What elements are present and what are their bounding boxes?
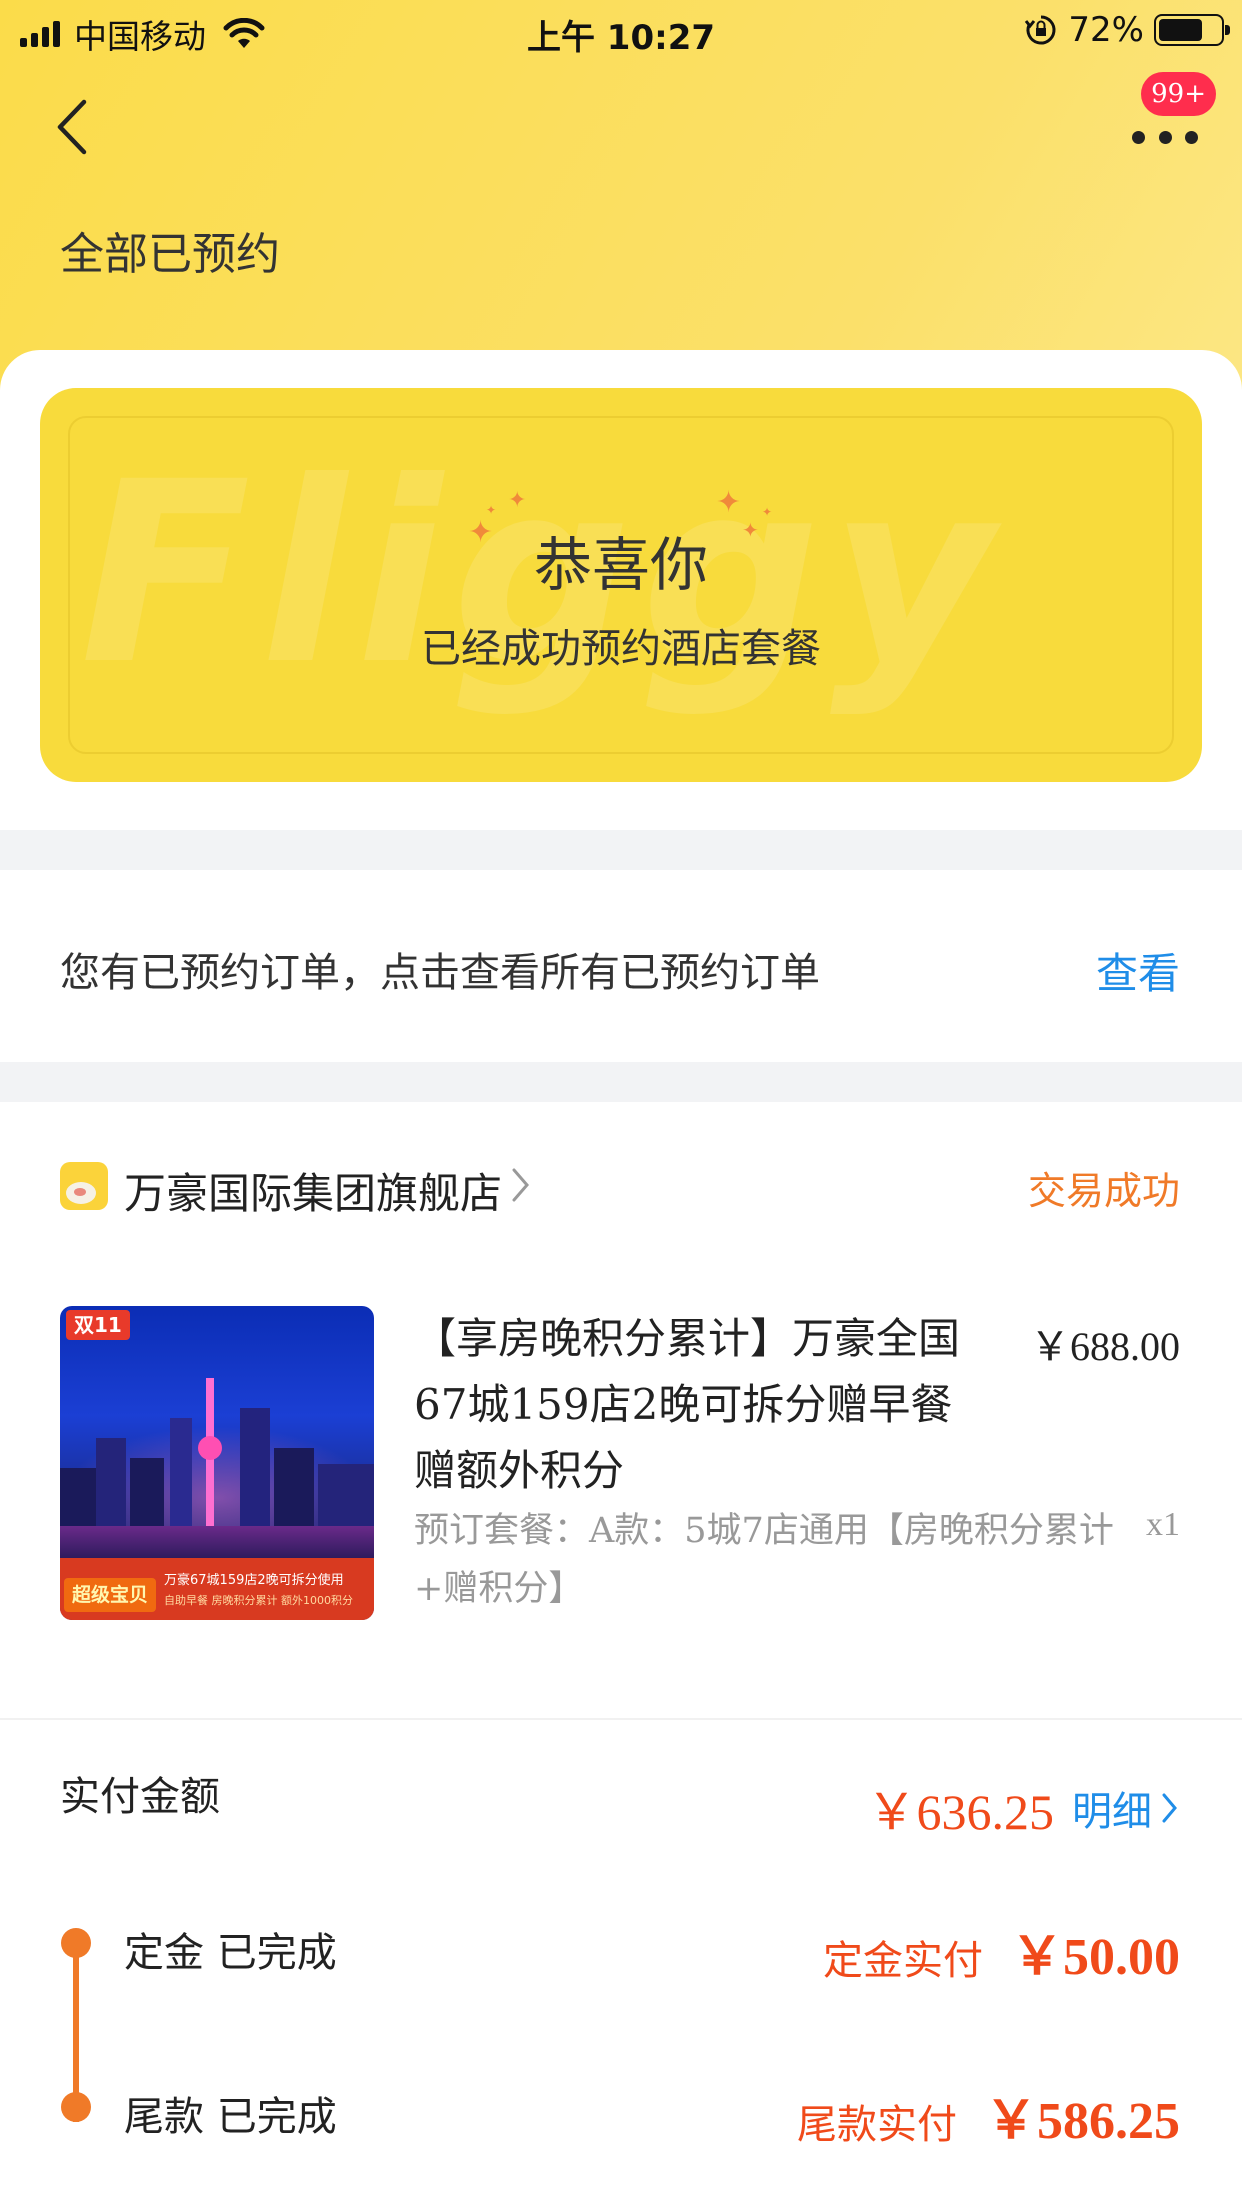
battery-percent: 72% bbox=[1068, 10, 1144, 50]
image-caption-sub: 自助早餐 房晚积分累计 额外1000积分 bbox=[164, 1594, 353, 1607]
order-divider bbox=[0, 1718, 1242, 1720]
sparkle-icon: ✦ bbox=[486, 503, 497, 517]
store-logo-icon[interactable] bbox=[60, 1162, 108, 1210]
paid-amount: ￥636.25 bbox=[866, 1784, 1055, 1840]
timeline-dot-icon bbox=[61, 2092, 91, 2122]
deposit-payment: 定金实付 ￥50.00 bbox=[823, 1914, 1180, 1989]
detail-link[interactable]: 明细 bbox=[1072, 1779, 1152, 1837]
more-dot-icon bbox=[1185, 131, 1198, 144]
paid-amount-row: ￥636.25 明细 bbox=[867, 1772, 1181, 1844]
more-dot-icon bbox=[1158, 131, 1172, 144]
order-status: 交易成功 bbox=[1027, 1169, 1180, 1213]
message-count-badge: 99+ bbox=[1141, 72, 1216, 116]
store-name[interactable]: 万豪国际集团旗舰店 bbox=[124, 1160, 502, 1221]
product-quantity: x1 bbox=[1146, 1506, 1180, 1543]
product-image[interactable]: 双11 超级宝贝 万豪67城159店2晚可拆分使用 自助早餐 房晚积分累计 额外… bbox=[60, 1306, 374, 1620]
more-dot-icon bbox=[1132, 131, 1145, 144]
reserved-orders-notice[interactable]: 您有已预约订单，点击查看所有已预约订单 查看 bbox=[0, 870, 1242, 1062]
balance-paid-label: 尾款实付 bbox=[796, 2102, 957, 2148]
product-spec: 预订套餐：A款：5城7店通用【房晚积分累计+赠积分】 bbox=[414, 1511, 1114, 1609]
status-right: 72% bbox=[1024, 10, 1230, 50]
congrats-subtitle: 已经成功预约酒店套餐 bbox=[421, 626, 821, 672]
product-price: ￥688.00 bbox=[1030, 1324, 1180, 1369]
back-arrow-icon[interactable] bbox=[50, 96, 96, 158]
timeline-dot-icon bbox=[61, 1928, 91, 1958]
congrats-section: Fliggy ✦ ✦ ✦ ✦ ✦ ✦ 恭喜你 已经成功预约酒店套餐 bbox=[0, 350, 1242, 830]
page-title: 全部已预约 bbox=[60, 229, 280, 280]
sparkle-icon: ✦ bbox=[508, 488, 527, 513]
view-orders-link[interactable]: 查看 bbox=[1096, 940, 1180, 1001]
deposit-paid-label: 定金实付 bbox=[822, 1938, 983, 1984]
sparkle-icon: ✦ bbox=[762, 505, 773, 519]
order-card: 万豪国际集团旗舰店 交易成功 双11 超级宝贝 万豪67城159店2晚可拆分使用… bbox=[0, 1102, 1242, 2208]
balance-payment: 尾款实付 ￥586.25 bbox=[797, 2078, 1180, 2153]
paid-amount-label: 实付金额 bbox=[60, 1774, 220, 1820]
chevron-right-icon[interactable] bbox=[1160, 1791, 1180, 1825]
product-title[interactable]: 【享房晚积分累计】万豪全国67城159店2晚可拆分赠早餐赠额外积分 bbox=[414, 1306, 974, 1504]
deposit-paid-amount: ￥50.00 bbox=[1010, 1929, 1180, 1986]
battery-icon bbox=[1154, 14, 1230, 46]
rotation-lock-icon bbox=[1025, 15, 1056, 45]
chevron-right-icon[interactable] bbox=[510, 1166, 532, 1204]
balance-step-label: 尾款 已完成 bbox=[124, 2094, 337, 2140]
status-bar: 中国移动 上午 10:27 72% bbox=[0, 0, 1242, 62]
super-item-badge: 超级宝贝 bbox=[64, 1578, 157, 1612]
section-divider bbox=[0, 1062, 1242, 1102]
double11-tag: 双11 bbox=[66, 1310, 130, 1340]
image-caption: 万豪67城159店2晚可拆分使用 bbox=[164, 1573, 344, 1588]
section-divider bbox=[0, 830, 1242, 870]
sparkle-icon: ✦ bbox=[716, 485, 742, 520]
balance-paid-amount: ￥586.25 bbox=[984, 2093, 1180, 2150]
notice-text: 您有已预约订单，点击查看所有已预约订单 bbox=[60, 950, 820, 996]
congrats-card: Fliggy ✦ ✦ ✦ ✦ ✦ ✦ 恭喜你 已经成功预约酒店套餐 bbox=[40, 388, 1202, 782]
congrats-title: 恭喜你 bbox=[533, 531, 708, 599]
deposit-step-label: 定金 已完成 bbox=[124, 1930, 337, 1976]
